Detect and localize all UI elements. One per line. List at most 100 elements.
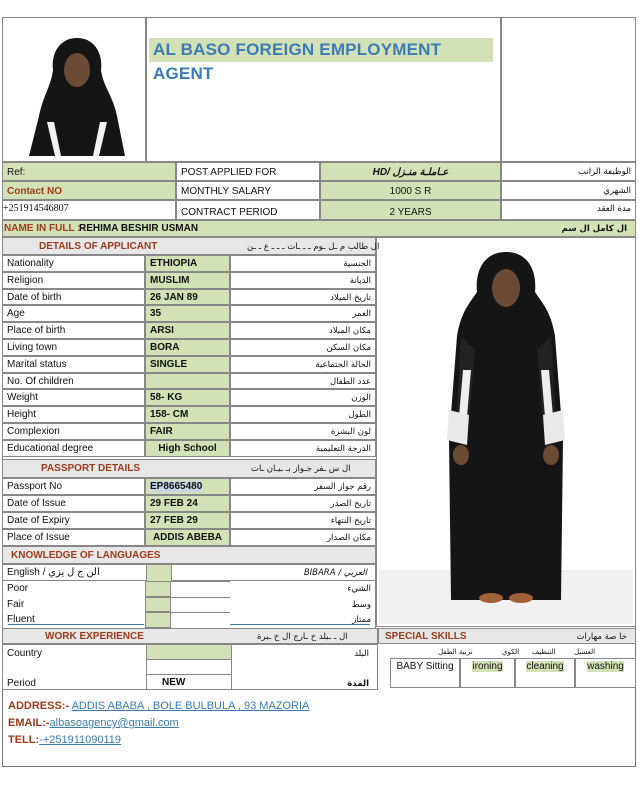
english-label: English / الن ج ل يزي (7, 567, 100, 578)
ref-label: Ref: (2, 162, 176, 181)
agency-title: AL BASO FOREIGN EMPLOYMENT AGENT (149, 38, 493, 83)
skill-item: ironing (460, 658, 515, 688)
small-photo-box (2, 17, 146, 162)
period-value: NEW (162, 677, 186, 688)
applicant-full-photo (379, 240, 633, 624)
language-english-box (145, 581, 171, 597)
detail-label: Place of birth (2, 322, 145, 339)
tel-line: TELL:-+251911090119 (8, 732, 628, 749)
language-spacer (171, 596, 230, 613)
passport-label: Place of Issue (2, 529, 145, 546)
skill-item: BABY Sitting (390, 658, 460, 688)
detail-label: Living town (2, 339, 145, 356)
skills-header: SPECIAL SKILLS خا صة مهارات (378, 628, 636, 644)
detail-arabic: تاريخ الميلاد (230, 288, 376, 306)
passport-label: Date of Issue (2, 495, 145, 512)
detail-arabic: العمر (230, 305, 376, 323)
applicant-portrait-photo (21, 26, 133, 156)
email-link[interactable]: albasoagency@gmail.com (50, 717, 179, 729)
tel-link[interactable]: -+251911090119 (39, 734, 121, 746)
work-header: WORK EXPERIENCE ال ـ ـبلد خ ـارج ال خ ـب… (2, 628, 378, 644)
language-spacer (171, 612, 230, 628)
contact-value: +251914546807 (2, 200, 176, 220)
address-line: ADDRESS:- ADDIS ABABA , BOLE BULBULA , 9… (8, 698, 628, 715)
arabic-label: العربي / BIBARA (303, 568, 367, 578)
language-level-arabic: الشيء (230, 581, 376, 597)
language-level-arabic: وسط (230, 596, 376, 612)
top-right-box (501, 17, 636, 162)
skills-header-arabic: خا صة مهارات (576, 632, 627, 642)
detail-value: SINGLE (145, 355, 230, 373)
contract-label: CONTRACT PERIOD (176, 200, 320, 220)
period-label: Period (7, 678, 36, 689)
address-label: ADDRESS:- (8, 700, 70, 712)
contact-label: Contact NO (2, 181, 176, 200)
detail-value: 158- CM (145, 406, 230, 423)
address-value[interactable]: ADDIS ABABA , BOLE BULBULA , 93 MAZORIA (72, 700, 310, 712)
work-header-arabic: ال ـ ـبلد خ ـارج ال خ ـبرة (257, 632, 348, 642)
passport-label: Passport No (2, 478, 145, 495)
tel-label: TELL: (8, 734, 40, 746)
detail-arabic: الحالة الجتماعية (230, 355, 376, 373)
email-label: EMAIL:- (8, 717, 50, 729)
passport-value: 27 FEB 29 (145, 512, 230, 529)
fluent-underline (8, 624, 144, 625)
detail-label: Weight (2, 389, 145, 407)
detail-label: Complexion (2, 423, 145, 440)
passport-arabic: تاريخ الصدر (230, 495, 376, 512)
country-label: Country (7, 648, 43, 659)
detail-label: Date of birth (2, 288, 145, 306)
email-line: EMAIL:-albasoagency@gmail.com (8, 715, 628, 732)
detail-label: Nationality (2, 255, 145, 272)
large-photo-box (376, 237, 636, 627)
detail-value: ARSI (145, 322, 230, 339)
contract-value: 2 YEARS (320, 200, 501, 220)
english-level-box (146, 565, 172, 581)
detail-value: BORA (145, 339, 230, 356)
detail-arabic: الطول (230, 406, 376, 423)
detail-value: FAIR (145, 423, 230, 440)
detail-arabic: الديانة (230, 271, 376, 289)
detail-value: 58- KG (145, 389, 230, 407)
skills-header-label: SPECIAL SKILLS (385, 631, 467, 642)
passport-value: EP8665480 (145, 478, 230, 495)
name-arabic: ال كامل ال سم (561, 224, 627, 234)
detail-label: Height (2, 406, 145, 423)
salary-value: 1000 S R (320, 181, 501, 200)
detail-label: No. Of children (2, 372, 145, 390)
detail-value: MUSLIM (145, 271, 230, 289)
detail-value (145, 372, 230, 390)
language-level-label: Fluent (2, 612, 145, 628)
language-english-box (145, 612, 171, 628)
contact-footer: ADDRESS:- ADDIS ABABA , BOLE BULBULA , 9… (8, 698, 628, 758)
language-english-box (145, 596, 171, 612)
passport-header-label: PASSPORT DETAILS (41, 463, 141, 474)
language-level-arabic: ممتاز (230, 612, 376, 628)
detail-arabic: لون البشرة (230, 423, 376, 440)
contract-arabic: مدة العقد (501, 200, 636, 220)
details-header-label: DETAILS OF APPLICANT (39, 241, 158, 252)
detail-arabic: الجنسية (230, 255, 376, 272)
passport-header-arabic: ال س ـفر جـواز بـ ـيـان ـات (251, 464, 351, 474)
country-arabic: البلد (354, 649, 369, 659)
detail-value: ETHIOPIA (145, 255, 230, 272)
skill-label: cleaning (526, 661, 564, 672)
language-spacer (171, 581, 230, 597)
fluent-underline-right (230, 624, 370, 625)
skill-item: cleaning (515, 658, 575, 688)
work-header-label: WORK EXPERIENCE (45, 631, 144, 642)
passport-arabic: تاريخ النتهاء (230, 512, 376, 529)
passport-label: Date of Expiry (2, 512, 145, 529)
detail-arabic: عدد الطفال (230, 372, 376, 390)
name-label: NAME IN FULL :- (4, 223, 84, 234)
passport-arabic: مكان الصدار (230, 529, 376, 546)
languages-header-label: KNOWLEDGE OF LANGUAGES (11, 550, 161, 561)
skill-item: washing (575, 658, 636, 688)
detail-arabic: مكان السكن (230, 339, 376, 356)
detail-arabic: مكان الميلاد (230, 322, 376, 339)
detail-arabic: الوزن (230, 389, 376, 407)
period-arabic: المدة (347, 679, 369, 689)
skill-label: washing (587, 661, 624, 672)
skills-arabic-row: تربية الطفل الكوي التنظيف الغسيل (378, 644, 636, 658)
post-label: POST APPLIED FOR (176, 162, 320, 181)
